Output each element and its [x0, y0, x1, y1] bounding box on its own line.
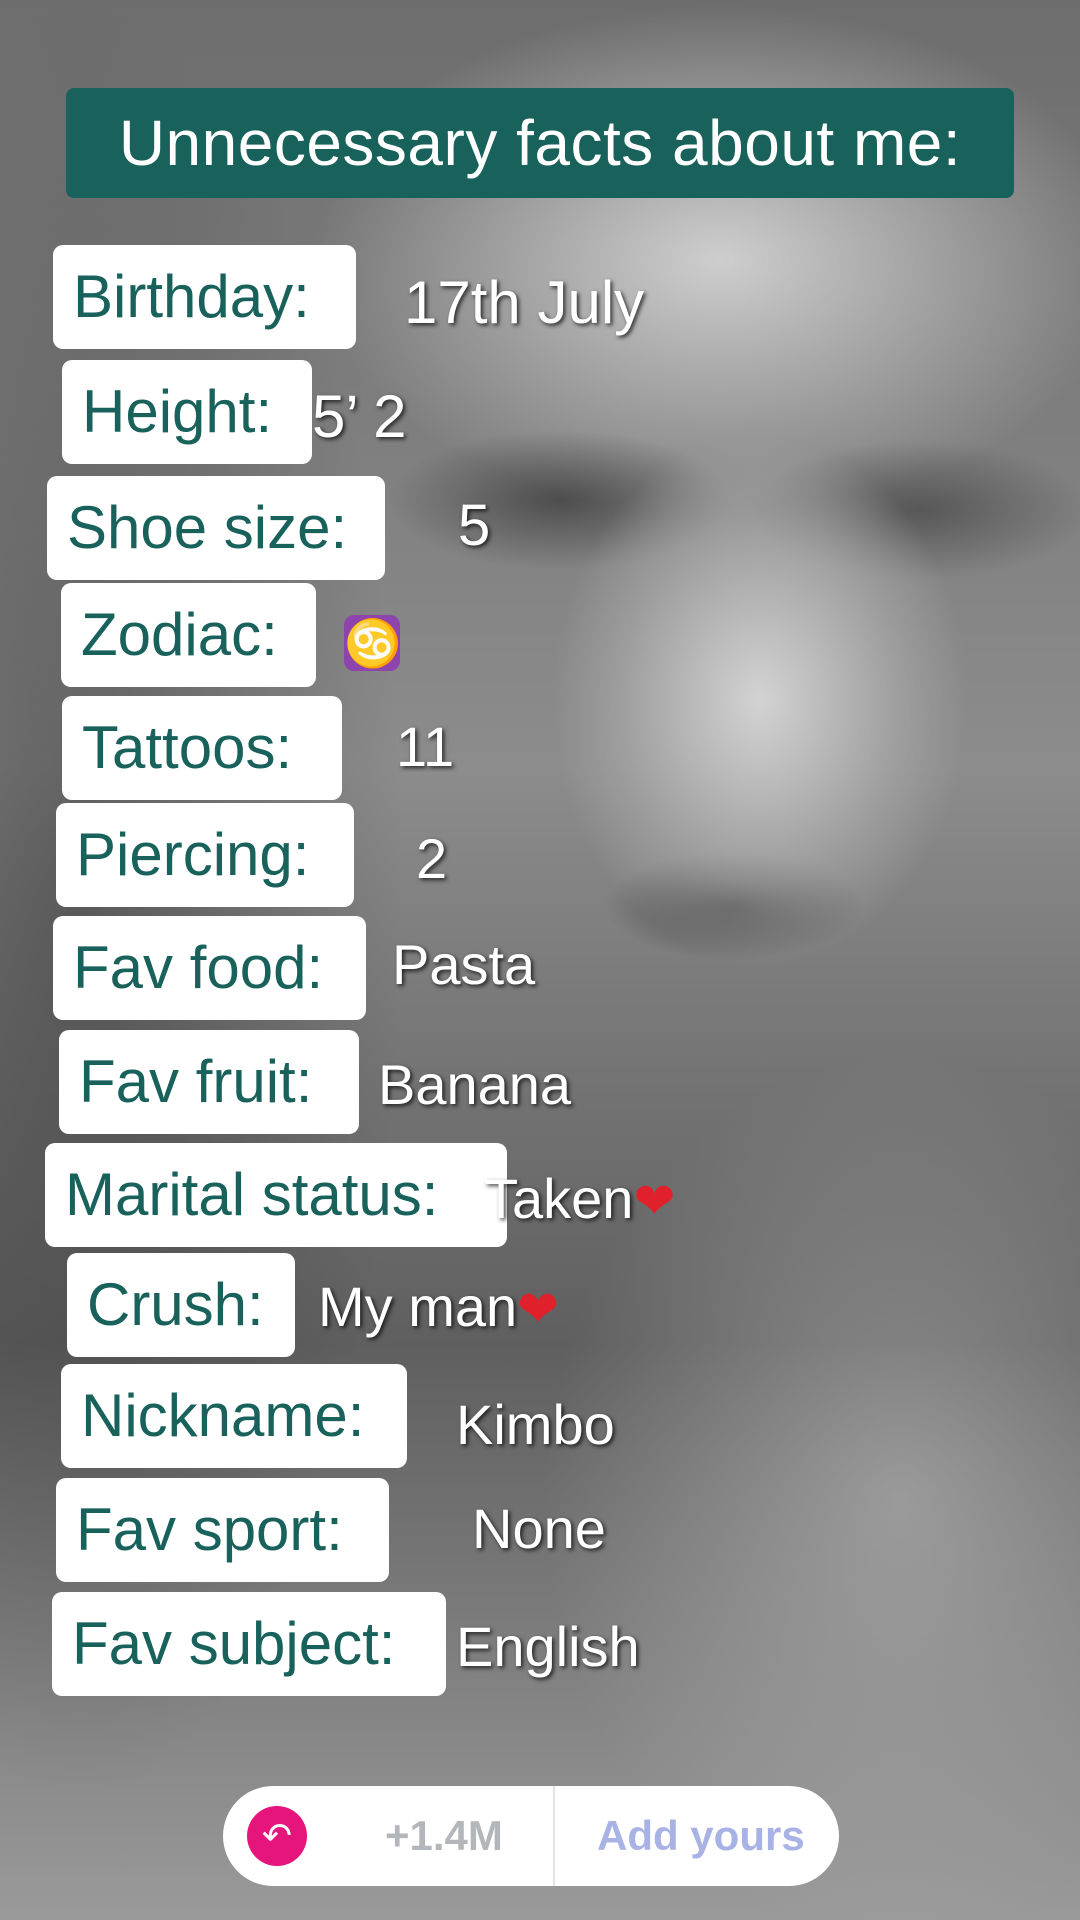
page-title: Unnecessary facts about me:: [66, 88, 1014, 198]
label-shoe-size: Shoe size:: [47, 476, 385, 580]
label-nickname: Nickname:: [61, 1364, 407, 1468]
red-heart-icon: ❤: [517, 1281, 560, 1337]
value-shoe-size: 5: [458, 493, 491, 558]
label-marital-status: Marital status:: [45, 1143, 507, 1247]
value-zodiac: ♋: [344, 607, 402, 672]
value-fav-food: Pasta: [392, 933, 536, 996]
value-crush: My man❤: [318, 1274, 559, 1339]
crush-text: My man: [318, 1275, 518, 1338]
value-tattoos: 11: [396, 715, 455, 778]
label-crush: Crush:: [67, 1253, 295, 1357]
value-fav-subject: English: [456, 1615, 640, 1678]
label-birthday: Birthday:: [53, 245, 356, 349]
value-nickname: Kimbo: [456, 1393, 615, 1456]
value-piercing: 2: [416, 827, 448, 890]
cancer-zodiac-icon: ♋: [344, 615, 402, 671]
value-fav-sport: None: [472, 1497, 606, 1560]
reply-arrow-icon[interactable]: ↶: [247, 1806, 307, 1866]
label-fav-sport: Fav sport:: [56, 1478, 389, 1582]
value-birthday: 17th July: [404, 269, 645, 336]
label-fav-fruit: Fav fruit:: [59, 1030, 359, 1134]
label-fav-food: Fav food:: [53, 916, 366, 1020]
marital-status-text: Taken: [484, 1167, 634, 1230]
red-heart-icon: ❤: [633, 1173, 676, 1229]
add-yours-sticker[interactable]: ↶ +1.4M Add yours: [223, 1786, 839, 1886]
sticker-divider: [553, 1786, 555, 1886]
label-piercing: Piercing:: [56, 803, 354, 907]
add-yours-button[interactable]: Add yours: [597, 1786, 805, 1886]
participant-count: +1.4M: [385, 1812, 503, 1859]
label-zodiac: Zodiac:: [61, 583, 316, 687]
value-fav-fruit: Banana: [378, 1053, 572, 1116]
label-fav-subject: Fav subject:: [52, 1592, 446, 1696]
label-height: Height:: [62, 360, 312, 464]
value-marital-status: Taken❤: [484, 1166, 675, 1231]
value-height: 5’ 2: [312, 383, 407, 450]
label-tattoos: Tattoos:: [62, 696, 342, 800]
